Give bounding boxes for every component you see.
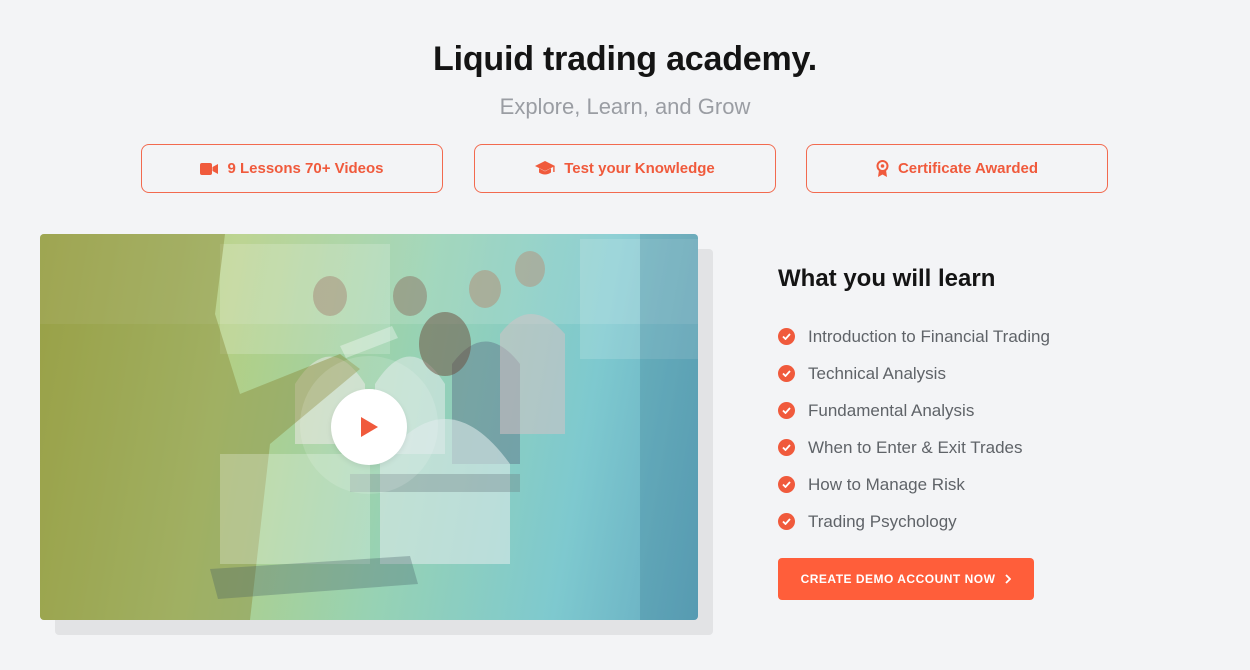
feature-lessons-button[interactable]: 9 Lessons 70+ Videos — [141, 144, 443, 193]
chevron-right-icon — [1005, 574, 1012, 584]
create-demo-account-button[interactable]: CREATE DEMO ACCOUNT NOW — [778, 558, 1034, 600]
learn-title: What you will learn — [778, 265, 996, 292]
page-title: Liquid trading academy. — [433, 40, 817, 78]
list-item-label: Fundamental Analysis — [808, 400, 975, 420]
list-item-label: Introduction to Financial Trading — [808, 326, 1050, 346]
list-item-label: Technical Analysis — [808, 363, 946, 383]
check-circle-icon — [778, 513, 795, 530]
check-circle-icon — [778, 439, 795, 456]
check-circle-icon — [778, 365, 795, 382]
page-subtitle: Explore, Learn, and Grow — [499, 94, 751, 119]
list-item: Fundamental Analysis — [778, 392, 1050, 429]
check-circle-icon — [778, 402, 795, 419]
check-circle-icon — [778, 476, 795, 493]
cta-label: CREATE DEMO ACCOUNT NOW — [800, 572, 996, 586]
check-circle-icon — [778, 328, 795, 345]
feature-test-button[interactable]: Test your Knowledge — [474, 144, 776, 193]
feature-lessons-label: 9 Lessons 70+ Videos — [227, 160, 384, 177]
list-item: Introduction to Financial Trading — [778, 318, 1050, 355]
list-item: Trading Psychology — [778, 503, 1050, 540]
academy-section: Liquid trading academy. Explore, Learn, … — [0, 0, 1250, 670]
learn-list: Introduction to Financial Trading Techni… — [778, 318, 1050, 540]
play-button[interactable] — [331, 389, 407, 465]
play-icon — [361, 417, 378, 437]
list-item: When to Enter & Exit Trades — [778, 429, 1050, 466]
feature-certificate-button[interactable]: Certificate Awarded — [806, 144, 1108, 193]
list-item: Technical Analysis — [778, 355, 1050, 392]
list-item: How to Manage Risk — [778, 466, 1050, 503]
list-item-label: When to Enter & Exit Trades — [808, 437, 1023, 457]
list-item-label: How to Manage Risk — [808, 474, 965, 494]
graduation-cap-icon — [535, 161, 556, 175]
video-thumbnail[interactable] — [40, 234, 698, 620]
video-camera-icon — [200, 162, 219, 175]
award-ribbon-icon — [876, 160, 889, 177]
feature-certificate-label: Certificate Awarded — [897, 160, 1039, 177]
list-item-label: Trading Psychology — [808, 511, 957, 531]
feature-test-label: Test your Knowledge — [564, 160, 715, 177]
